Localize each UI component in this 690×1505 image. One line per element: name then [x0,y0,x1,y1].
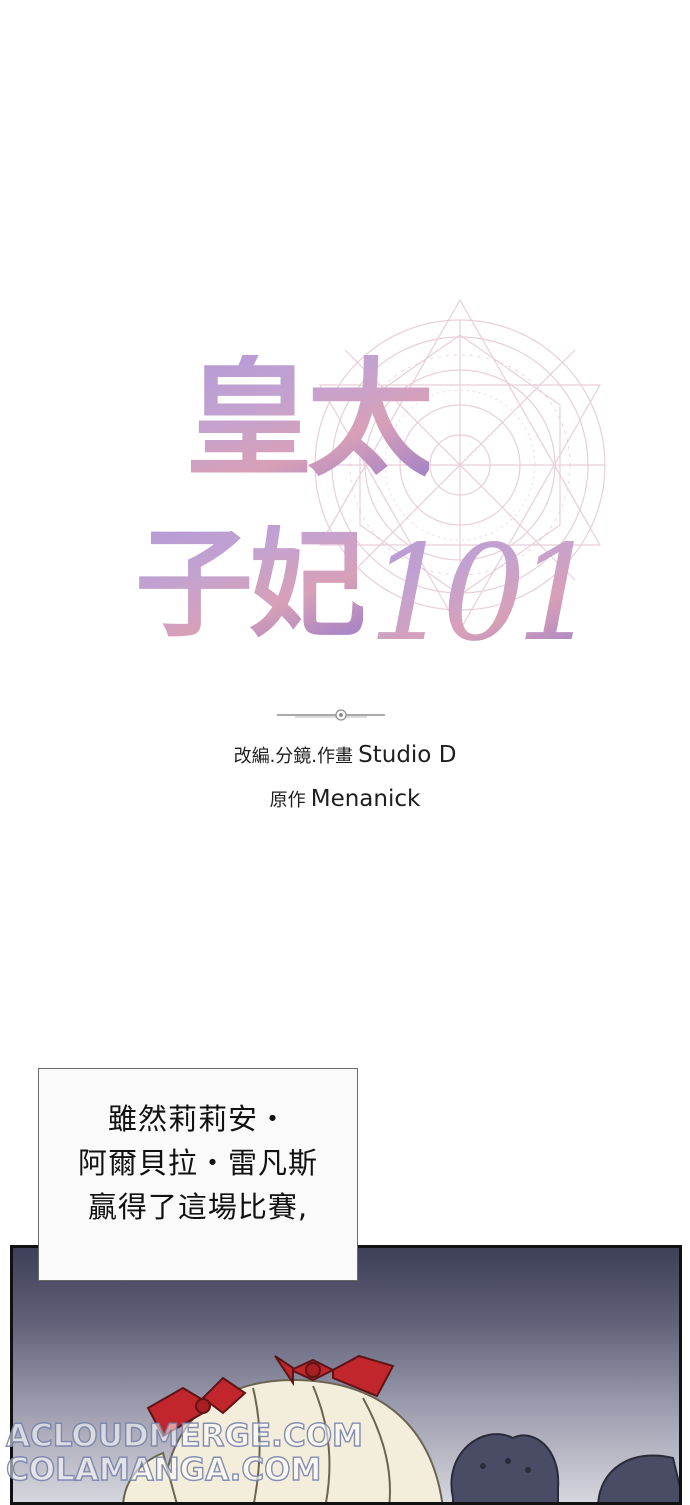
caption-line-3: 贏得了這場比賽, [87,1190,309,1224]
caption-line-2: 阿爾貝拉・雷凡斯 [77,1146,318,1180]
credit-adaptation-name: Studio D [358,742,457,768]
credit-original-label: 原作 [269,790,306,811]
credit-original-name: Menanick [310,786,421,812]
shadow-creature-icon [450,1433,679,1502]
logo-title-number: 101 [368,517,600,671]
ornament-divider-icon [277,709,385,721]
credit-original: 原作 Menanick [0,786,690,812]
logo-title-line2: 子妃 [135,514,367,653]
narration-caption: 雖然莉莉安・ 阿爾貝拉・雷凡斯 贏得了這場比賽, [38,1068,358,1281]
credit-adaptation: 改編.分鏡.作畫 Studio D [0,742,690,768]
watermark-line-2: COLAMANGA.COM [5,1451,322,1488]
logo-title-line1: 皇太 [185,344,435,494]
watermark-line-1: ACLOUDMERGE.COM [5,1417,363,1454]
caption-line-1: 雖然莉莉安・ [107,1102,288,1136]
credit-adaptation-label: 改編.分鏡.作畫 [233,746,354,767]
